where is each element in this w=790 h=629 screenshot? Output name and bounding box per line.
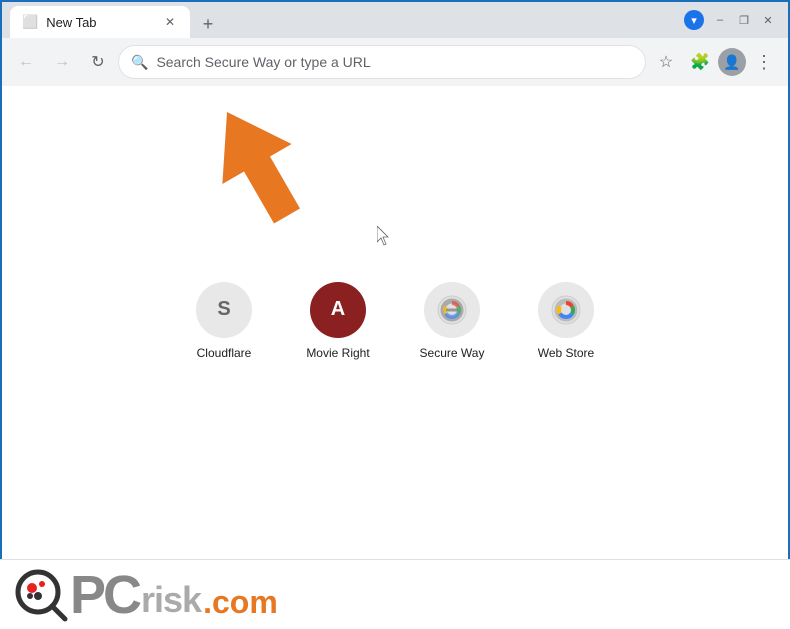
- title-bar: ⬜ New Tab ✕ + ▾ – ❐ ✕: [2, 2, 788, 38]
- cloudflare-icon: S: [196, 282, 252, 338]
- search-placeholder-text: Search Secure Way or type a URL: [156, 54, 370, 70]
- footer-watermark: PC risk .com: [0, 559, 790, 629]
- close-button[interactable]: ✕: [760, 12, 776, 28]
- maximize-button[interactable]: ❐: [736, 12, 752, 28]
- pcr-pc-text: PC: [70, 568, 139, 622]
- search-icon: 🔍: [131, 54, 148, 71]
- new-tab-button[interactable]: +: [194, 10, 222, 38]
- pcr-logo: PC risk .com: [70, 568, 278, 622]
- nav-right-controls: ☆ 🧩 👤 ⋮: [650, 46, 780, 78]
- shortcut-secure-way[interactable]: Secure Way: [407, 282, 497, 360]
- forward-button[interactable]: →: [46, 46, 78, 78]
- more-button[interactable]: ⋮: [748, 46, 780, 78]
- main-content: S Cloudflare A Movie Right: [2, 86, 788, 595]
- movie-right-label: Movie Right: [306, 346, 369, 360]
- shortcut-cloudflare[interactable]: S Cloudflare: [179, 282, 269, 360]
- shortcuts-grid: S Cloudflare A Movie Right: [179, 282, 611, 360]
- movie-right-icon: A: [310, 282, 366, 338]
- address-bar[interactable]: 🔍 Search Secure Way or type a URL: [118, 45, 646, 79]
- pcr-risk-text: risk: [141, 582, 201, 618]
- orange-arrow: [197, 94, 317, 239]
- shortcut-web-store[interactable]: Web Store: [521, 282, 611, 360]
- shortcut-movie-right[interactable]: A Movie Right: [293, 282, 383, 360]
- web-store-icon: [538, 282, 594, 338]
- extensions-button[interactable]: 🧩: [684, 46, 716, 78]
- secure-way-label: Secure Way: [420, 346, 485, 360]
- mouse-cursor: [377, 226, 393, 246]
- pcr-magnify-icon: [12, 566, 70, 624]
- minimize-button[interactable]: –: [712, 12, 728, 28]
- tab-favicon: ⬜: [22, 14, 38, 30]
- pcr-dotcom-text: .com: [203, 586, 278, 618]
- tab-title: New Tab: [46, 15, 96, 30]
- tab-area: ⬜ New Tab ✕ +: [10, 2, 684, 38]
- window-controls: – ❐ ✕: [712, 12, 780, 28]
- profile-dropdown-icon[interactable]: ▾: [684, 10, 704, 30]
- profile-button[interactable]: 👤: [718, 48, 746, 76]
- back-button[interactable]: ←: [10, 46, 42, 78]
- cloudflare-label: Cloudflare: [197, 346, 252, 360]
- web-store-label: Web Store: [538, 346, 594, 360]
- secure-way-icon: [424, 282, 480, 338]
- tab-close-button[interactable]: ✕: [162, 14, 178, 30]
- refresh-button[interactable]: ↻: [82, 46, 114, 78]
- navigation-bar: ← → ↻ 🔍 Search Secure Way or type a URL …: [2, 38, 788, 86]
- active-tab[interactable]: ⬜ New Tab ✕: [10, 6, 190, 38]
- bookmark-button[interactable]: ☆: [650, 46, 682, 78]
